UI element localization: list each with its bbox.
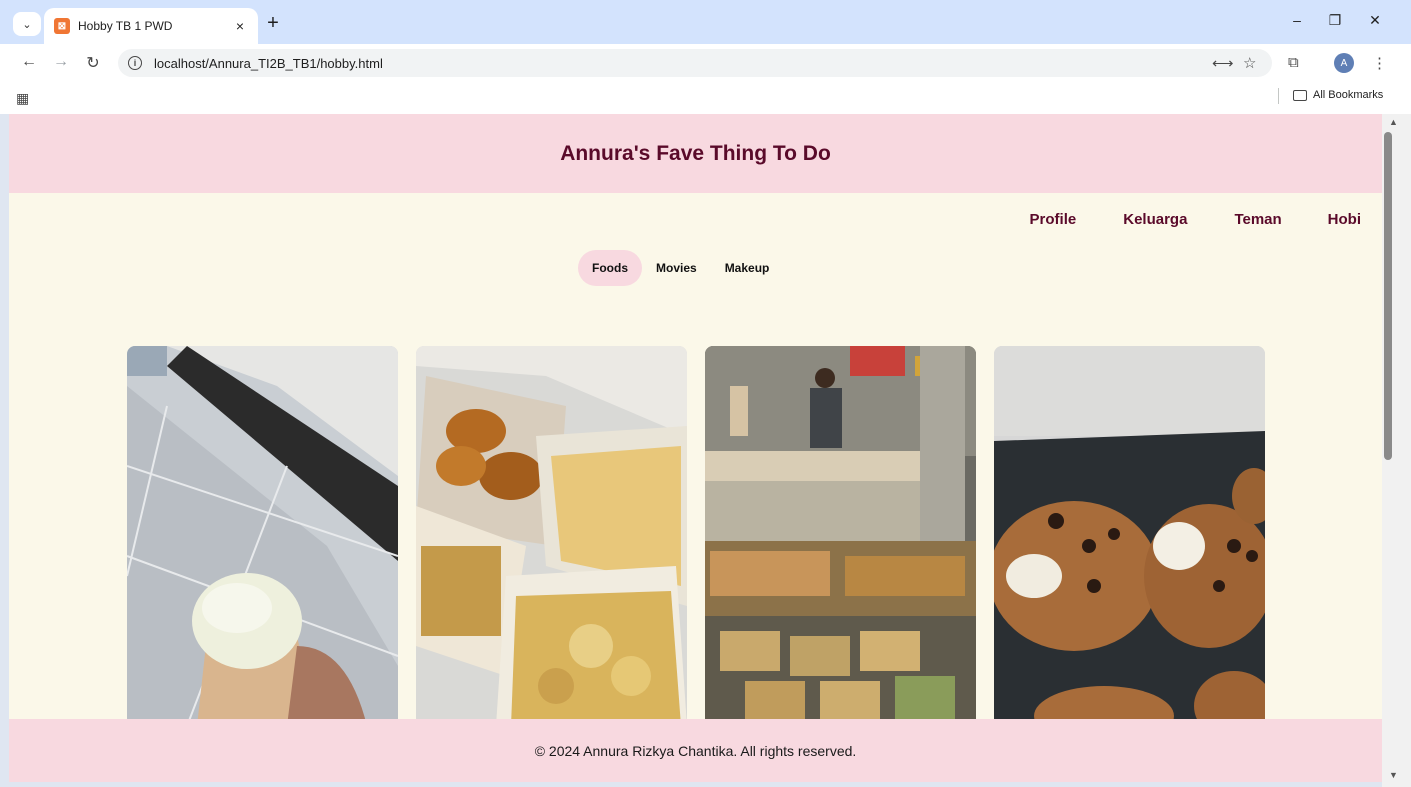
tab-search-chevron-icon[interactable]: ⌄ <box>13 12 41 36</box>
photo-fried-snacks <box>416 346 687 726</box>
back-icon[interactable]: ← <box>19 53 39 71</box>
page-title: Annura's Fave Thing To Do <box>560 141 831 165</box>
apps-grid-icon[interactable]: ▦ <box>16 90 29 107</box>
folder-icon <box>1293 89 1307 101</box>
tab-strip: ⌄ ⊠ Hobby TB 1 PWD × + – ❐ ✕ <box>0 0 1411 44</box>
page-viewport: Annura's Fave Thing To Do Profile Keluar… <box>9 114 1382 782</box>
restore-icon[interactable]: ❐ <box>1325 12 1345 29</box>
tab-title: Hobby TB 1 PWD <box>78 19 173 33</box>
xampp-favicon-icon: ⊠ <box>54 18 70 34</box>
browser-tab[interactable]: ⊠ Hobby TB 1 PWD × <box>44 8 258 44</box>
tab-movies[interactable]: Movies <box>642 250 711 286</box>
bookmarks-bar: ▦ All Bookmarks <box>0 82 1411 114</box>
main-nav: Profile Keluarga Teman Hobi <box>1030 211 1382 228</box>
bookmark-star-icon[interactable]: ☆ <box>1243 54 1256 72</box>
site-header: Annura's Fave Thing To Do <box>9 114 1382 193</box>
page-scrollbar[interactable]: ▲ ▼ <box>1382 114 1411 787</box>
scrollbar-thumb[interactable] <box>1384 132 1392 460</box>
forward-icon[interactable]: → <box>51 53 71 71</box>
nav-link-teman[interactable]: Teman <box>1234 211 1281 228</box>
site-info-icon[interactable]: i <box>128 56 142 70</box>
scroll-up-arrow-icon[interactable]: ▲ <box>1389 117 1398 127</box>
minimize-icon[interactable]: – <box>1287 12 1307 28</box>
reload-icon[interactable]: ↻ <box>83 53 103 73</box>
close-window-icon[interactable]: ✕ <box>1365 12 1385 29</box>
tab-foods[interactable]: Foods <box>578 250 642 286</box>
site-footer: © 2024 Annura Rizkya Chantika. All right… <box>9 719 1382 782</box>
tab-makeup[interactable]: Makeup <box>711 250 784 286</box>
hobby-tabs: Foods Movies Makeup <box>578 250 783 286</box>
nav-link-keluarga[interactable]: Keluarga <box>1123 211 1187 228</box>
photo-cookies <box>994 346 1265 726</box>
all-bookmarks-label: All Bookmarks <box>1313 89 1384 101</box>
all-bookmarks-button[interactable]: All Bookmarks <box>1293 89 1383 101</box>
address-bar[interactable]: i localhost/Annura_TI2B_TB1/hobby.html <box>118 49 1272 77</box>
tab-close-icon[interactable]: × <box>232 18 248 34</box>
scroll-down-arrow-icon[interactable]: ▼ <box>1389 770 1398 780</box>
photo-market-stall <box>705 346 976 726</box>
photo-ice-cream <box>127 346 398 726</box>
photo-gallery <box>127 346 1265 726</box>
translate-icon[interactable]: ⟷ <box>1212 54 1234 72</box>
new-tab-icon[interactable]: + <box>262 13 284 33</box>
copyright-text: © 2024 Annura Rizkya Chantika. All right… <box>534 742 857 759</box>
nav-link-profile[interactable]: Profile <box>1030 211 1077 228</box>
profile-avatar[interactable]: A <box>1334 53 1354 73</box>
browser-toolbar: ← → ↻ i localhost/Annura_TI2B_TB1/hobby.… <box>0 44 1411 82</box>
url-text: localhost/Annura_TI2B_TB1/hobby.html <box>154 55 383 71</box>
menu-kebab-icon[interactable]: ⋮ <box>1372 54 1387 72</box>
nav-link-hobi[interactable]: Hobi <box>1328 211 1361 228</box>
extensions-icon[interactable]: ⧉ <box>1288 54 1299 71</box>
bookmarks-divider <box>1278 88 1279 104</box>
